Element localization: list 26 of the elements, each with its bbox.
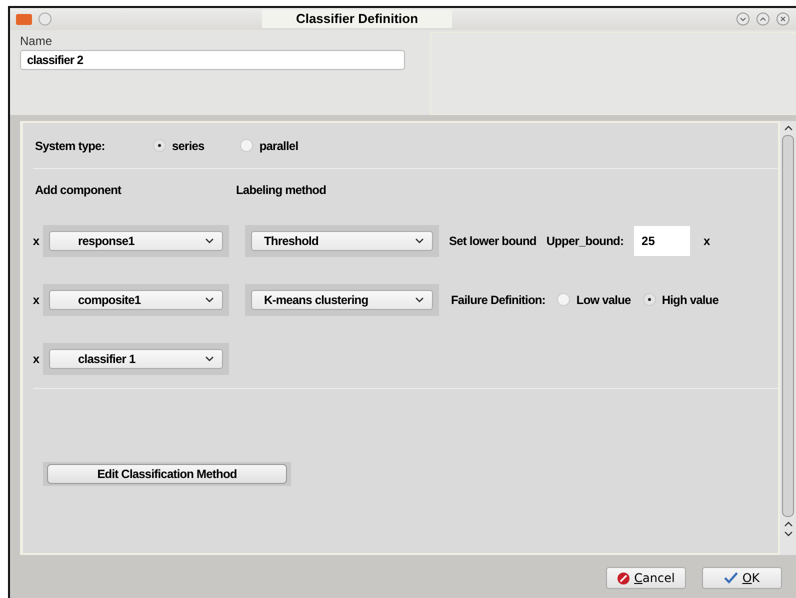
window-title: Classifier Definition	[262, 10, 452, 28]
upper-bound-label: Upper_bound:	[546, 234, 624, 248]
remove-button[interactable]: x	[29, 292, 43, 306]
radio-button[interactable]: High value	[642, 292, 719, 306]
remove-button[interactable]: x	[29, 352, 43, 366]
clear-button[interactable]: x	[704, 234, 710, 248]
ok-button[interactable]: OK	[702, 567, 782, 589]
remove-button[interactable]: x	[29, 234, 43, 248]
set-lower-bound-button[interactable]: Set lower bound	[449, 234, 536, 248]
component-dropdown[interactable]: classifier 1	[49, 348, 223, 368]
cancel-button[interactable]: Cancel	[606, 567, 686, 589]
labeling-method-header: Labeling method	[236, 183, 326, 197]
upper-bound-field[interactable]: 25	[634, 226, 690, 256]
method-dropdown[interactable]: Threshold	[251, 230, 433, 250]
name-field[interactable]: classifier 2	[20, 50, 405, 70]
radio-button[interactable]: Low value	[557, 292, 631, 306]
component-dropdown[interactable]: response1	[49, 230, 223, 250]
system-type-label: System type:	[35, 138, 106, 152]
edit-classification-button[interactable]: Edit Classification Method	[47, 464, 287, 484]
radio-button[interactable]: parallel	[240, 138, 298, 152]
radio-button[interactable]: series	[153, 138, 204, 152]
method-dropdown[interactable]: K-means clustering	[251, 290, 433, 310]
failure-definition-label: Failure Definition:	[451, 292, 546, 306]
component-dropdown[interactable]: composite1	[49, 290, 223, 310]
add-component-header: Add component	[35, 183, 122, 197]
name-label: Name	[20, 34, 54, 48]
